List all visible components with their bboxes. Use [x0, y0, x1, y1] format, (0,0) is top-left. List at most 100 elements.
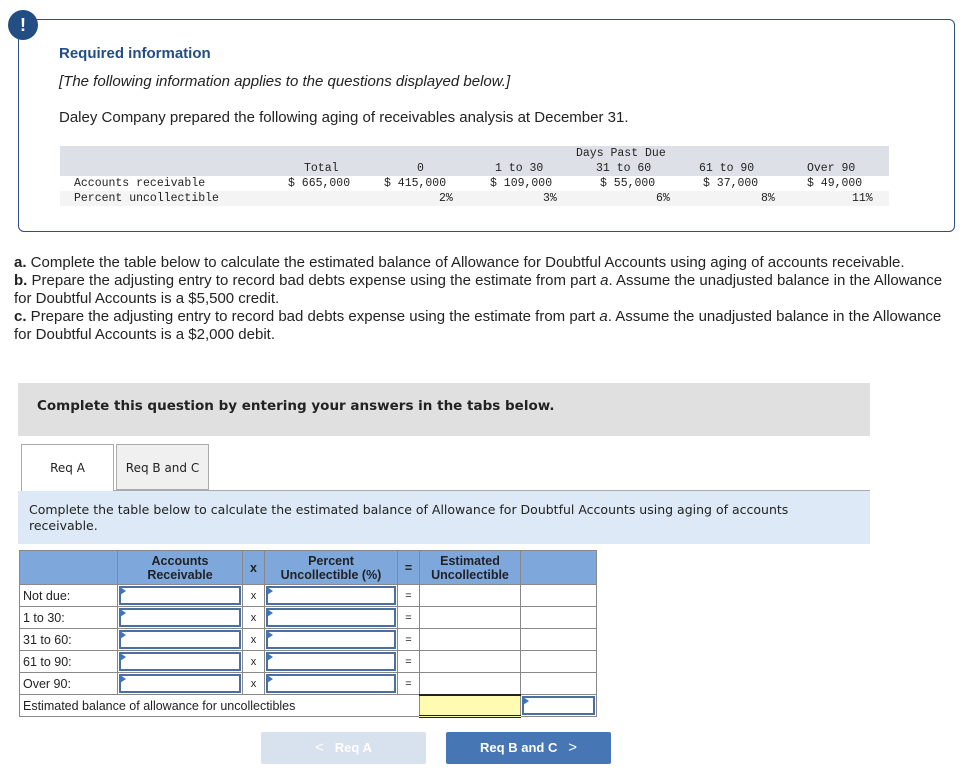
- tab-req-a[interactable]: Req A: [21, 444, 114, 492]
- pct-input-31-60[interactable]: [264, 628, 398, 651]
- ar-over-90: $ 49,000: [807, 177, 863, 190]
- estimated-31-60: [419, 628, 521, 651]
- pct-input-1-30[interactable]: [264, 606, 398, 629]
- next-button-label: Req B and C: [480, 740, 558, 755]
- pct-input-61-90[interactable]: [264, 650, 398, 673]
- required-info-subtitle: [The following information applies to th…: [59, 73, 511, 90]
- ar-input-over-90[interactable]: [117, 672, 243, 695]
- times-sign: x: [242, 672, 265, 695]
- col-header-total: Total: [304, 162, 339, 175]
- aging-of-receivables-table: Days Past Due Total 0 1 to 30 31 to 60 6…: [60, 146, 889, 206]
- exclamation-icon: !: [8, 10, 38, 40]
- input-box[interactable]: [119, 608, 241, 627]
- input-box[interactable]: [119, 630, 241, 649]
- blank-cell: [520, 584, 597, 607]
- instruction-banner: Complete this question by entering your …: [18, 383, 870, 436]
- prev-req-a-button[interactable]: < Req A: [261, 732, 426, 764]
- chevron-right-icon: >: [568, 739, 577, 756]
- times-sign: x: [242, 606, 265, 629]
- pct-1-30: 3%: [543, 192, 557, 205]
- input-box[interactable]: [266, 674, 396, 693]
- times-sign: x: [242, 628, 265, 651]
- estimated-1-30: [419, 606, 521, 629]
- estimated-not-due: [419, 584, 521, 607]
- question-parts: a. Complete the table below to calculate…: [14, 254, 944, 344]
- blank-cell: [520, 628, 597, 651]
- blank-cell: [520, 650, 597, 673]
- input-box[interactable]: [119, 652, 241, 671]
- header-equals: =: [397, 550, 420, 585]
- col-header-31-60: 31 to 60: [596, 162, 652, 175]
- input-box[interactable]: [522, 696, 595, 715]
- row-label: Percent uncollectible: [74, 192, 219, 205]
- next-req-b-and-c-button[interactable]: Req B and C >: [446, 732, 611, 764]
- equals-sign: =: [397, 584, 420, 607]
- row-label-31-60: 31 to 60:: [19, 628, 118, 651]
- question-part-a: a. Complete the table below to calculate…: [14, 254, 905, 271]
- equals-sign: =: [397, 672, 420, 695]
- total-allowance-input[interactable]: [520, 694, 597, 717]
- aging-row-percent-uncollectible: Percent uncollectible 2% 3% 6% 8% 11%: [60, 191, 889, 206]
- instruction-text: Complete this question by entering your …: [37, 398, 555, 414]
- table-row: 61 to 90: x =: [19, 650, 597, 673]
- days-past-due-header: Days Past Due: [576, 147, 666, 160]
- row-label-over-90: Over 90:: [19, 672, 118, 695]
- equals-sign: =: [397, 650, 420, 673]
- ar-input-31-60[interactable]: [117, 628, 243, 651]
- table-row: Over 90: x =: [19, 672, 597, 695]
- question-part-b: b. Prepare the adjusting entry to record…: [14, 272, 943, 307]
- pct-31-60: 6%: [656, 192, 670, 205]
- row-label-not-due: Not due:: [19, 584, 118, 607]
- pct-0: 2%: [439, 192, 453, 205]
- blank-cell: [520, 672, 597, 695]
- total-row: Estimated balance of allowance for uncol…: [19, 693, 597, 718]
- pct-61-90: 8%: [761, 192, 775, 205]
- required-info-title: Required information: [59, 45, 211, 62]
- header-estimated-uncollectible: Estimated Uncollectible: [419, 550, 521, 585]
- equals-sign: =: [397, 606, 420, 629]
- col-header-0: 0: [417, 162, 424, 175]
- panel-description-text: Complete the table below to calculate th…: [29, 502, 789, 533]
- header-blank: [19, 550, 118, 585]
- estimated-61-90: [419, 650, 521, 673]
- prev-button-label: Req A: [334, 740, 372, 755]
- equals-sign: =: [397, 628, 420, 651]
- estimated-over-90: [419, 672, 521, 695]
- ar-input-61-90[interactable]: [117, 650, 243, 673]
- times-sign: x: [242, 584, 265, 607]
- input-box[interactable]: [119, 586, 241, 605]
- col-header-over-90: Over 90: [807, 162, 856, 175]
- times-sign: x: [242, 650, 265, 673]
- question-part-c: c. Prepare the adjusting entry to record…: [14, 308, 942, 343]
- input-box[interactable]: [266, 608, 396, 627]
- pct-input-not-due[interactable]: [264, 584, 398, 607]
- col-header-61-90: 61 to 90: [699, 162, 755, 175]
- row-label-61-90: 61 to 90:: [19, 650, 118, 673]
- row-label: Accounts receivable: [74, 177, 206, 190]
- input-box[interactable]: [266, 630, 396, 649]
- ar-input-1-30[interactable]: [117, 606, 243, 629]
- table-row: Not due: x =: [19, 584, 597, 607]
- ar-0: $ 415,000: [384, 177, 447, 190]
- blank-cell: [520, 606, 597, 629]
- header-times: x: [242, 550, 265, 585]
- tab-panel-description: Complete the table below to calculate th…: [18, 491, 870, 544]
- input-box[interactable]: [266, 586, 396, 605]
- pct-over-90: 11%: [852, 192, 873, 205]
- ar-input-not-due[interactable]: [117, 584, 243, 607]
- aging-column-header-row: Total 0 1 to 30 31 to 60 61 to 90 Over 9…: [60, 161, 889, 176]
- tab-req-b-and-c[interactable]: Req B and C: [116, 444, 209, 490]
- aging-calculation-table: Accounts Receivable x Percent Uncollectibl…: [19, 550, 597, 718]
- chevron-left-icon: <: [315, 739, 324, 756]
- input-box[interactable]: [266, 652, 396, 671]
- table-row: 1 to 30: x =: [19, 606, 597, 629]
- aging-group-header-row: Days Past Due: [60, 146, 889, 162]
- input-box[interactable]: [119, 674, 241, 693]
- header-percent-uncollectible: Percent Uncollectible (%): [264, 550, 398, 585]
- table-header-row: Accounts Receivable x Percent Uncollectibl…: [19, 550, 597, 585]
- aging-row-accounts-receivable: Accounts receivable $ 665,000 $ 415,000 …: [60, 176, 889, 191]
- total-label: Estimated balance of allowance for uncol…: [19, 694, 420, 717]
- required-info-description: Daley Company prepared the following agi…: [59, 109, 629, 126]
- pct-input-over-90[interactable]: [264, 672, 398, 695]
- ar-1-30: $ 109,000: [490, 177, 553, 190]
